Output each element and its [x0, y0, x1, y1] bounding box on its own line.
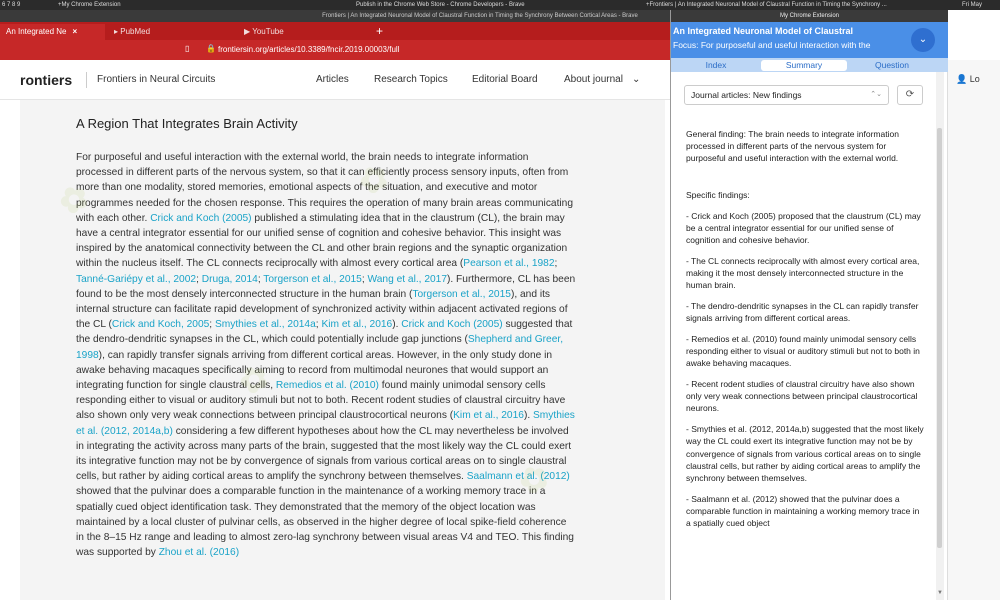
select-arrow-icon: ⌃⌄ [870, 91, 882, 98]
citation-link[interactable]: Crick and Koch (2005) [150, 213, 251, 224]
finding-item: - The dendro-dendritic synapses in the C… [686, 301, 919, 324]
citation-link[interactable]: Zhou et al. (2016) [159, 547, 239, 558]
category-select[interactable]: Journal articles: New findings ⌃⌄ [684, 85, 889, 105]
lock-icon: 🔒 [206, 44, 216, 53]
frontiers-logo[interactable]: rontiers [20, 72, 72, 88]
header-divider [86, 72, 87, 88]
url-field[interactable]: frontiersin.org/articles/10.3389/fncir.2… [218, 44, 399, 56]
citation-link[interactable]: Crick and Koch (2005) [401, 319, 502, 330]
select-value: Journal articles: New findings [691, 90, 802, 100]
tab-question[interactable]: Question [861, 60, 923, 71]
paragraph-text: ). [523, 410, 533, 422]
nav-research-topics[interactable]: Research Topics [374, 74, 448, 85]
site-header-right: 👤 Lo [947, 60, 1000, 600]
article-paragraph: For purposeful and useful interaction wi… [76, 150, 576, 560]
citation-link[interactable]: Druga, 2014 [202, 274, 258, 285]
nav-about-journal[interactable]: About journal [564, 74, 623, 85]
tab-youtube[interactable]: ▶ YouTube [238, 24, 358, 40]
extension-tabs: Index Summary Question [671, 58, 948, 72]
chevron-down-icon[interactable]: ⌄ [911, 28, 935, 52]
bookmark-icon[interactable]: ▯ [185, 44, 189, 53]
chevron-down-icon[interactable]: ⌄ [632, 74, 640, 85]
finding-item: - Remedios et al. (2010) found mainly un… [686, 333, 920, 369]
refresh-button[interactable]: ⟳ [897, 85, 923, 105]
section-heading: A Region That Integrates Brain Activity [76, 116, 298, 131]
address-bar: ▯ 🔒 frontiersin.org/articles/10.3389/fnc… [0, 40, 670, 60]
clock: Fri May [962, 2, 982, 8]
citation-link[interactable]: Saalmann et al. (2012) [467, 471, 570, 482]
tab-pubmed[interactable]: ▸ PubMed [108, 24, 228, 40]
close-icon[interactable]: × [72, 27, 77, 36]
tab-label: PubMed [120, 27, 151, 36]
tab-summary[interactable]: Summary [761, 60, 847, 71]
finding-item: - Saalmann et al. (2012) showed that the… [686, 493, 920, 529]
taskbar-window-frontiers[interactable]: +Frontiers | An Integrated Neuronal Mode… [646, 0, 936, 10]
browser-window-title: Frontiers | An Integrated Neuronal Model… [322, 13, 638, 19]
finding-item: - Recent rodent studies of claustral cir… [686, 379, 918, 414]
scrollbar-thumb[interactable] [937, 128, 942, 548]
article-body: A Region That Integrates Brain Activity … [20, 100, 665, 600]
citation-link[interactable]: Smythies et al., 2014a [215, 319, 316, 330]
site-header: rontiers Frontiers in Neural Circuits Ar… [0, 60, 670, 100]
citation-link[interactable]: Pearson et al., 1982 [463, 258, 554, 269]
citation-link[interactable]: Wang et al., 2017 [368, 274, 447, 285]
finding-item: - Smythies et al. (2012, 2014a,b) sugges… [686, 424, 924, 483]
finding-item: - The CL connects reciprocally with almo… [686, 255, 920, 291]
extension-header: An Integrated Neuronal Model of Claustra… [671, 22, 948, 58]
citation-link[interactable]: Torgerson et al., 2015 [263, 274, 362, 285]
citation-link[interactable]: Remedios et al. (2010) [276, 380, 379, 391]
extension-focus: Focus: For purposeful and useful interac… [673, 40, 871, 50]
login-label: Lo [969, 74, 980, 84]
taskbar-app[interactable]: +My Chrome Extension [58, 0, 121, 10]
nav-articles[interactable]: Articles [316, 74, 349, 85]
journal-name[interactable]: Frontiers in Neural Circuits [97, 74, 215, 85]
finding-item: - Crick and Koch (2005) proposed that th… [686, 210, 921, 246]
tab-frontiers[interactable]: An Integrated Ne × [0, 24, 105, 40]
extension-title: An Integrated Neuronal Model of Claustra… [673, 26, 854, 36]
paragraph-text: ; [554, 258, 558, 270]
tab-label: YouTube [252, 27, 284, 36]
extension-window-title: My Chrome Extension [671, 10, 948, 22]
citation-link[interactable]: Torgerson et al., 2015 [412, 289, 511, 300]
paragraph-text: showed that the pulvinar does a comparab… [76, 486, 574, 559]
screen: 6 7 8 9 +My Chrome Extension Publish in … [0, 0, 1000, 600]
new-tab-button[interactable]: + [376, 22, 383, 40]
citation-link[interactable]: Kim et al., 2016 [321, 319, 392, 330]
nav-editorial-board[interactable]: Editorial Board [472, 74, 538, 85]
general-finding: General finding: The brain needs to inte… [686, 129, 899, 164]
extension-panel: My Chrome Extension An Integrated Neuron… [670, 10, 948, 600]
specific-findings-title: Specific findings: [686, 190, 750, 201]
paragraph-text: ). [392, 319, 402, 331]
citation-link[interactable]: Crick and Koch, 2005 [112, 319, 209, 330]
citation-link[interactable]: Kim et al., 2016 [453, 410, 524, 421]
tab-label: An Integrated Ne [6, 27, 67, 36]
tab-index[interactable]: Index [685, 60, 747, 71]
summary-content: General finding: The brain needs to inte… [686, 128, 926, 538]
browser-tab-strip: An Integrated Ne × ▸ PubMed ▶ YouTube [0, 22, 670, 40]
login-link[interactable]: 👤 Lo [956, 74, 980, 85]
workspace-numbers[interactable]: 6 7 8 9 [2, 0, 20, 10]
taskbar-window-store[interactable]: Publish in the Chrome Web Store - Chrome… [356, 0, 525, 10]
scroll-down-icon[interactable]: ▼ [937, 590, 943, 596]
citation-link[interactable]: Tanné-Gariépy et al., 2002 [76, 274, 196, 285]
os-taskbar: 6 7 8 9 +My Chrome Extension Publish in … [0, 0, 1000, 10]
